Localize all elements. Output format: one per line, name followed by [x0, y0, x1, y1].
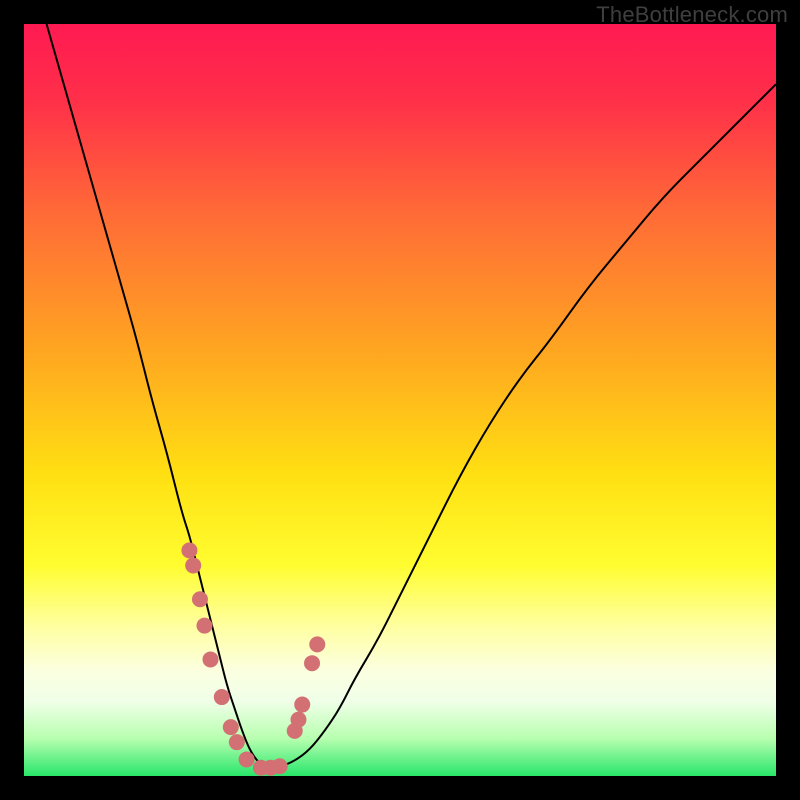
curve-marker [203, 651, 219, 667]
chart-svg [24, 24, 776, 776]
curve-marker [214, 689, 230, 705]
curve-marker [294, 697, 310, 713]
chart-frame [24, 24, 776, 776]
curve-marker [309, 636, 325, 652]
curve-marker [229, 734, 245, 750]
curve-marker [196, 618, 212, 634]
curve-marker [239, 751, 255, 767]
curve-marker [304, 655, 320, 671]
curve-marker [290, 712, 306, 728]
chart-background [24, 24, 776, 776]
curve-marker [185, 557, 201, 573]
curve-marker [223, 719, 239, 735]
curve-marker [181, 542, 197, 558]
curve-marker [272, 758, 288, 774]
curve-marker [192, 591, 208, 607]
watermark-text: TheBottleneck.com [596, 2, 788, 28]
